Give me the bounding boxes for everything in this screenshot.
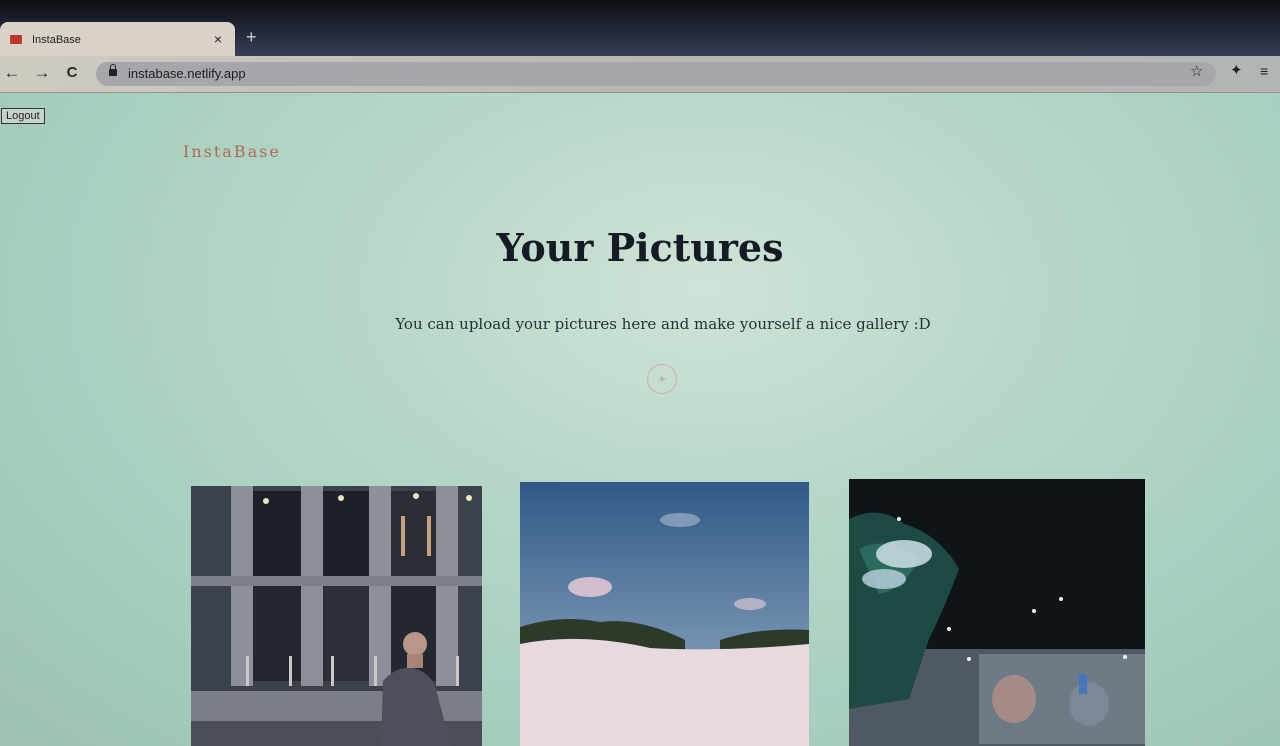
favicon-icon <box>10 35 22 44</box>
gallery-image-dune[interactable] <box>520 482 809 746</box>
browser-toolbar: ← → C instabase.netlify.app ☆ ✦ ≡ <box>0 56 1280 93</box>
new-tab-button[interactable]: + <box>246 26 257 48</box>
add-picture-button[interactable]: + <box>647 364 677 394</box>
browser-tab[interactable]: InstaBase × <box>0 22 235 56</box>
night-tree-photo-icon <box>849 479 1145 746</box>
browser-tabstrip: InstaBase × + <box>0 0 1280 58</box>
plus-icon: + <box>658 371 666 386</box>
logout-button[interactable]: Logout <box>1 108 45 124</box>
sky-dune-photo-icon <box>520 482 809 746</box>
building-man-photo-icon <box>191 486 482 746</box>
page-title: Your Pictures <box>496 225 784 270</box>
close-tab-icon[interactable]: × <box>211 30 225 48</box>
reload-icon[interactable]: C <box>62 64 82 82</box>
url-text[interactable]: instabase.netlify.app <box>128 66 246 81</box>
page-subtitle: You can upload your pictures here and ma… <box>395 315 931 333</box>
address-bar[interactable]: instabase.netlify.app <box>96 62 1216 86</box>
tab-title: InstaBase <box>32 34 81 46</box>
logo-text[interactable]: InstaBase <box>183 142 281 161</box>
forward-icon[interactable]: → <box>32 64 52 82</box>
lock-icon[interactable] <box>109 64 117 76</box>
gallery-image-building[interactable] <box>191 486 482 746</box>
page-content: Logout InstaBase Your Pictures You can u… <box>0 93 1280 746</box>
menu-icon[interactable]: ≡ <box>1260 63 1268 79</box>
back-icon[interactable]: ← <box>2 64 22 82</box>
extensions-icon[interactable]: ✦ <box>1230 63 1243 79</box>
bookmark-star-icon[interactable]: ☆ <box>1190 64 1203 80</box>
gallery-image-night[interactable] <box>849 479 1145 746</box>
